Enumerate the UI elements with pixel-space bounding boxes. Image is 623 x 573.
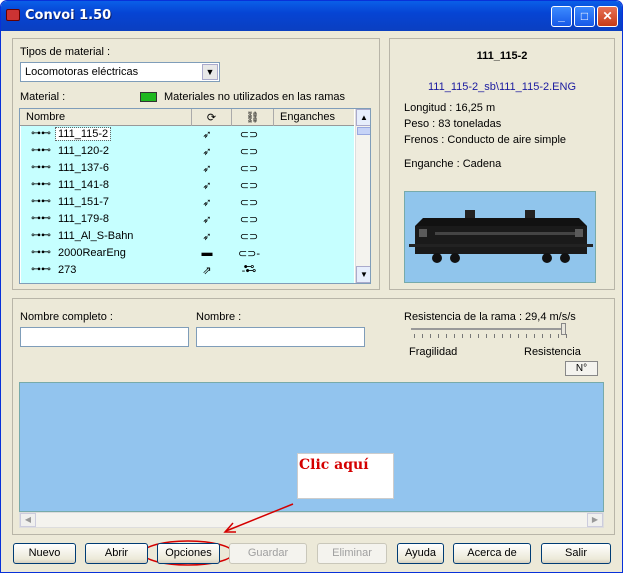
opciones-button[interactable]: Opciones [157, 543, 220, 564]
acerca-button[interactable]: Acerca de [453, 543, 531, 564]
annotation-arrow [142, 503, 294, 566]
eliminar-button[interactable]: Eliminar [317, 543, 387, 564]
salir-button[interactable]: Salir [541, 543, 611, 564]
nuevo-button[interactable]: Nuevo [13, 543, 76, 564]
abrir-button[interactable]: Abrir [85, 543, 148, 564]
main-window: Convoi 1.50 _ □ ✕ Tipos de material : Lo… [0, 0, 623, 573]
guardar-button[interactable]: Guardar [229, 543, 307, 564]
ayuda-button[interactable]: Ayuda [397, 543, 444, 564]
